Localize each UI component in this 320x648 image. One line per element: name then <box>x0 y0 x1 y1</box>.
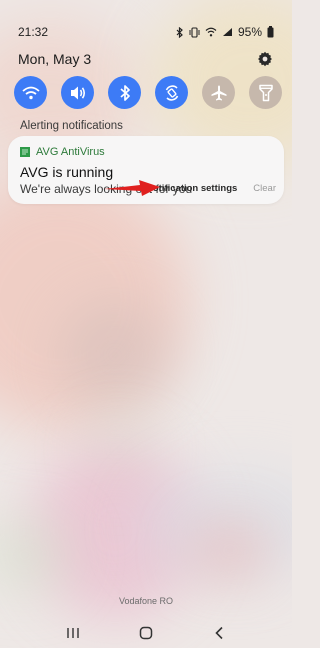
flashlight-icon <box>258 84 273 101</box>
carrier-name: Vodafone RO <box>118 596 174 606</box>
gear-icon[interactable] <box>256 50 274 68</box>
flashlight-toggle[interactable] <box>249 76 282 109</box>
auto-rotate-toggle[interactable] <box>155 76 188 109</box>
vibrate-icon <box>189 26 200 38</box>
app-name: AVG AntiVirus <box>36 146 105 158</box>
airplane-icon <box>211 85 226 100</box>
rotate-icon <box>165 84 178 101</box>
bluetooth-icon <box>119 84 130 101</box>
quick-settings <box>14 76 282 109</box>
status-bar: 21:32 95% <box>18 24 274 40</box>
notification-header: AVG AntiVirus <box>20 146 105 158</box>
signal-icon <box>222 27 233 37</box>
avg-app-icon <box>20 147 30 157</box>
recents-icon[interactable] <box>63 623 83 643</box>
volume-icon <box>70 86 85 99</box>
home-icon[interactable] <box>136 623 156 643</box>
battery-icon <box>267 26 274 38</box>
red-arrow-annotation <box>102 176 162 205</box>
clock: 21:32 <box>18 25 49 39</box>
bluetooth-toggle[interactable] <box>108 76 141 109</box>
sound-toggle[interactable] <box>61 76 94 109</box>
back-icon[interactable] <box>209 623 229 643</box>
wifi-icon <box>21 86 40 99</box>
navigation-bar <box>0 622 292 644</box>
section-title: Alerting notifications <box>20 120 123 132</box>
notification-title: AVG is running <box>20 164 114 180</box>
wifi-icon <box>205 27 217 37</box>
date: Mon, May 3 <box>18 51 92 67</box>
bluetooth-icon <box>176 26 184 38</box>
battery-text: 95% <box>237 25 262 39</box>
notification-actions: Notification settings Clear <box>146 183 276 194</box>
airplane-mode-toggle[interactable] <box>202 76 235 109</box>
clear-button[interactable]: Clear <box>253 183 276 194</box>
wifi-toggle[interactable] <box>14 76 47 109</box>
